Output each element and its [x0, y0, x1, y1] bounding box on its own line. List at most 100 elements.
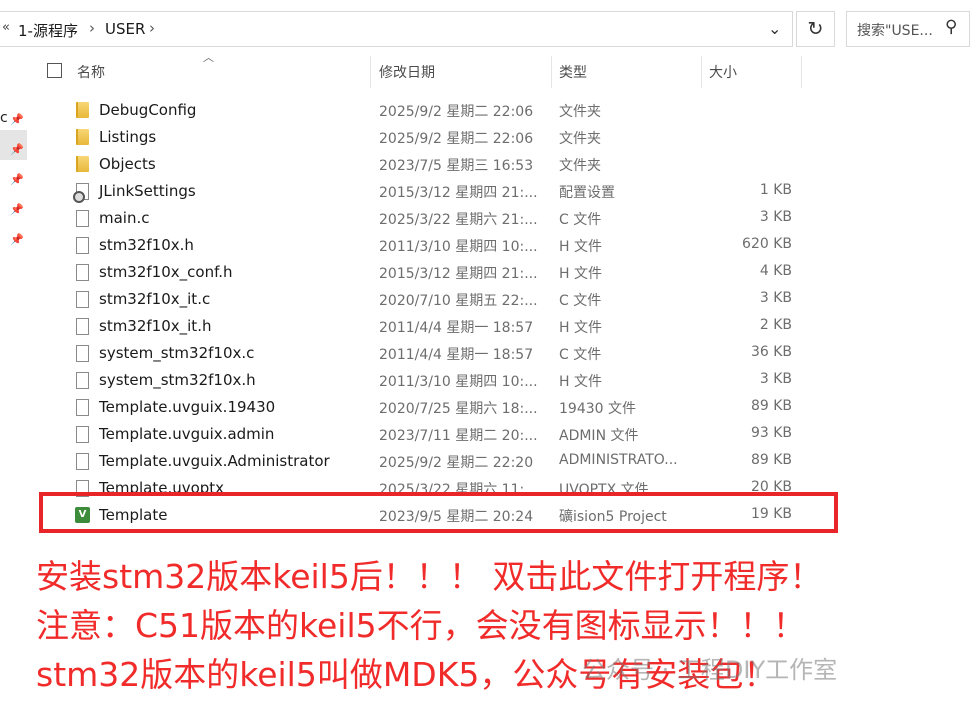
folder-icon [76, 156, 89, 172]
file-name: stm32f10x.h [99, 236, 194, 254]
file-name: JLinkSettings [99, 182, 196, 200]
annotation-line-2: 注意：C51版本的keil5不行，会没有图标显示！！！ [36, 606, 806, 645]
folder-icon [76, 129, 89, 145]
file-name: stm32f10x_conf.h [99, 263, 233, 281]
column-divider[interactable] [801, 56, 802, 88]
file-icon [76, 345, 89, 362]
file-row[interactable]: system_stm32f10x.c 2011/4/4 星期一 18:57 C 文件… [70, 340, 800, 367]
folder-icon [76, 102, 89, 118]
address-bar-area: « 1-源程序 › USER › ⌄ ↻ 搜索"USE... ⚲ [0, 0, 972, 56]
sort-ascending-icon: ︿ [203, 51, 214, 64]
file-size: 2 KB [759, 317, 792, 333]
file-type: 配置设置 [559, 185, 615, 201]
file-type: 文件夹 [559, 131, 601, 147]
file-date: 2025/9/2 星期二 22:06 [379, 104, 534, 120]
file-type: H 文件 [559, 239, 602, 255]
file-type: 19430 文件 [559, 401, 636, 417]
file-row[interactable]: DebugConfig 2025/9/2 星期二 22:06 文件夹 [70, 97, 800, 124]
file-name: system_stm32f10x.h [99, 371, 256, 389]
chevron-down-icon[interactable]: ⌄ [768, 19, 781, 38]
file-size: 36 KB [750, 344, 792, 360]
breadcrumb-separator-icon[interactable]: › [149, 19, 155, 37]
file-type: C 文件 [559, 212, 602, 228]
file-date: 2020/7/25 星期六 18:... [379, 401, 538, 417]
refresh-icon: ↻ [807, 18, 824, 40]
column-divider[interactable] [551, 56, 552, 88]
file-row[interactable]: stm32f10x_it.c 2020/7/10 星期五 22:... C 文件 3 … [70, 286, 800, 313]
file-icon [76, 291, 89, 308]
refresh-button[interactable]: ↻ [796, 11, 835, 47]
file-name: Template.uvguix.admin [99, 425, 275, 443]
column-divider[interactable] [701, 56, 702, 88]
column-header-type[interactable]: 类型 [559, 62, 587, 92]
search-icon[interactable]: ⚲ [945, 17, 957, 37]
file-type: H 文件 [559, 266, 602, 282]
file-type: 文件夹 [559, 158, 601, 174]
file-icon [76, 210, 89, 227]
file-date: 2015/3/12 星期四 21:... [379, 266, 538, 282]
file-name: main.c [99, 209, 150, 227]
file-size: 3 KB [759, 371, 792, 387]
file-type: C 文件 [559, 347, 602, 363]
file-icon [76, 399, 89, 416]
file-date: 2020/7/10 星期五 22:... [379, 293, 538, 309]
file-size: 89 KB [750, 398, 792, 414]
file-name: system_stm32f10x.c [99, 344, 255, 362]
file-row[interactable]: Template.uvguix.19430 2020/7/25 星期六 18:..… [70, 394, 800, 421]
pin-icon: 📌 [10, 143, 24, 156]
pin-icon: 📌 [10, 233, 24, 246]
column-header-date[interactable]: 修改日期 [379, 62, 435, 92]
column-header-size[interactable]: 大小 [709, 62, 737, 92]
file-row[interactable]: JLinkSettings 2015/3/12 星期四 21:... 配置设置 1 K… [70, 178, 800, 205]
file-type: C 文件 [559, 293, 602, 309]
select-all-checkbox[interactable] [47, 63, 62, 78]
file-row[interactable]: Template.uvguix.Administrator 2025/9/2 星期… [70, 448, 800, 475]
breadcrumb-separator-icon[interactable]: › [89, 19, 95, 37]
file-row[interactable]: stm32f10x_it.h 2011/4/4 星期一 18:57 H 文件 2 KB [70, 313, 800, 340]
file-name: stm32f10x_it.h [99, 317, 212, 335]
file-row[interactable]: Objects 2023/7/5 星期三 16:53 文件夹 [70, 151, 800, 178]
file-type: ADMIN 文件 [559, 428, 639, 444]
file-name: Listings [99, 128, 157, 146]
file-size: 620 KB [742, 236, 792, 252]
settings-file-icon [73, 183, 89, 203]
breadcrumb-user[interactable]: USER [105, 20, 145, 38]
file-date: 2023/7/5 星期三 16:53 [379, 158, 534, 174]
file-icon [76, 426, 89, 443]
file-type: ADMINISTRATO... [559, 452, 678, 468]
breadcrumb-source[interactable]: 1-源程序 [18, 20, 78, 41]
column-divider[interactable] [370, 56, 371, 88]
file-type: H 文件 [559, 320, 602, 336]
file-date: 2025/3/22 星期六 21:... [379, 212, 538, 228]
file-size: 4 KB [759, 263, 792, 279]
file-icon [76, 318, 89, 335]
file-type: 文件夹 [559, 104, 601, 120]
highlight-box [39, 492, 838, 533]
file-name: Template.uvguix.Administrator [99, 452, 330, 470]
file-icon [76, 453, 89, 470]
file-name: Template.uvguix.19430 [99, 398, 276, 416]
file-size: 3 KB [759, 209, 792, 225]
file-date: 2015/3/12 星期四 21:... [379, 185, 538, 201]
file-size: 89 KB [750, 452, 792, 468]
watermark: 公众号 · 工程DIY工作室 [582, 656, 838, 684]
address-bar[interactable]: « 1-源程序 › USER › ⌄ [0, 11, 793, 47]
file-row[interactable]: main.c 2025/3/22 星期六 21:... C 文件 3 KB [70, 205, 800, 232]
file-size: 3 KB [759, 290, 792, 306]
file-row[interactable]: stm32f10x.h 2011/3/10 星期四 10:... H 文件 620 K… [70, 232, 800, 259]
file-icon [76, 237, 89, 254]
file-date: 2025/9/2 星期二 22:06 [379, 131, 534, 147]
file-row[interactable]: Listings 2025/9/2 星期二 22:06 文件夹 [70, 124, 800, 151]
file-row[interactable]: system_stm32f10x.h 2011/3/10 星期四 10:... H … [70, 367, 800, 394]
pin-icon: 📌 [10, 173, 24, 186]
nav-item-label[interactable]: c [0, 110, 8, 126]
overflow-chevron-icon[interactable]: « [2, 20, 10, 35]
file-row[interactable]: stm32f10x_conf.h 2015/3/12 星期四 21:... H 文件… [70, 259, 800, 286]
column-header-name[interactable]: 名称 [77, 62, 105, 92]
file-type: H 文件 [559, 374, 602, 390]
file-row[interactable]: Template.uvguix.admin 2023/7/11 星期二 20:..… [70, 421, 800, 448]
search-input[interactable]: 搜索"USE... ⚲ [846, 11, 970, 47]
file-date: 2025/9/2 星期二 22:20 [379, 455, 534, 471]
file-date: 2011/4/4 星期一 18:57 [379, 320, 534, 336]
pin-icon: 📌 [10, 113, 24, 126]
